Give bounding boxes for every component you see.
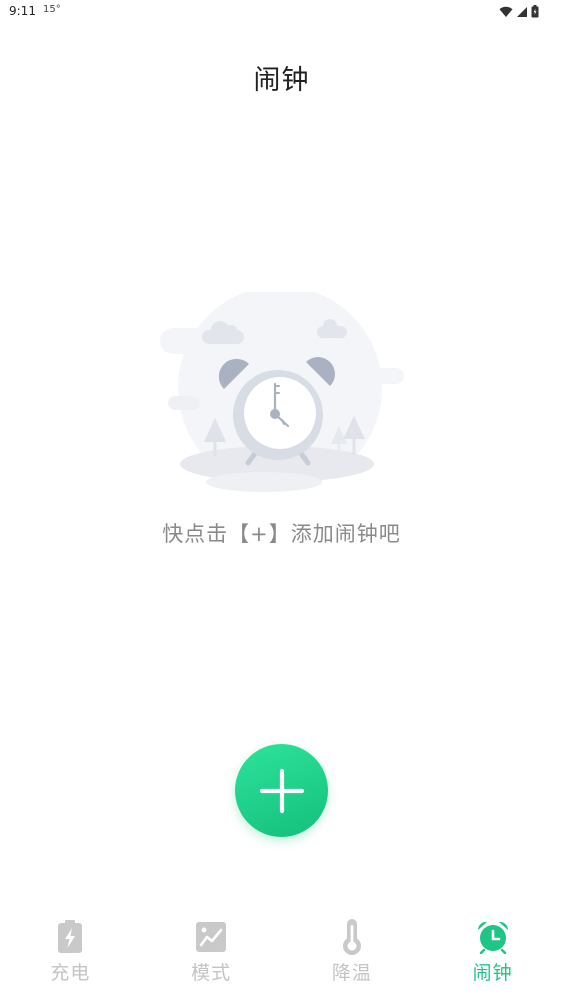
tab-mode[interactable]: 模式 — [141, 912, 282, 1001]
status-bar: 9:11 15° — [0, 0, 563, 24]
tab-cooling[interactable]: 降温 — [282, 912, 423, 1001]
tab-charging[interactable]: 充电 — [0, 912, 141, 1001]
bottom-tab-bar: 充电 模式 降温 闹钟 — [0, 912, 563, 1001]
tab-label: 模式 — [191, 962, 232, 984]
picture-icon — [193, 919, 229, 955]
thermometer-icon — [334, 919, 370, 955]
tab-label: 闹钟 — [472, 962, 513, 984]
tab-label: 降温 — [331, 962, 372, 984]
tab-alarm[interactable]: 闹钟 — [422, 912, 563, 1001]
battery-icon — [531, 5, 539, 18]
battery-charging-icon — [52, 919, 88, 955]
add-alarm-button[interactable] — [235, 744, 328, 837]
plus-icon — [259, 768, 304, 813]
tab-label: 充电 — [50, 962, 91, 984]
page-title: 闹钟 — [253, 65, 310, 96]
wifi-icon — [499, 6, 513, 17]
alarm-clock-icon — [233, 370, 323, 460]
empty-alarm-illustration — [160, 292, 404, 492]
status-temperature: 15° — [43, 4, 61, 15]
status-time: 9:11 — [9, 4, 36, 18]
signal-icon — [517, 6, 527, 17]
alarm-clock-icon — [475, 919, 511, 955]
status-icons — [499, 5, 539, 18]
empty-state-hint: 快点击【+】添加闹钟吧 — [162, 522, 401, 546]
